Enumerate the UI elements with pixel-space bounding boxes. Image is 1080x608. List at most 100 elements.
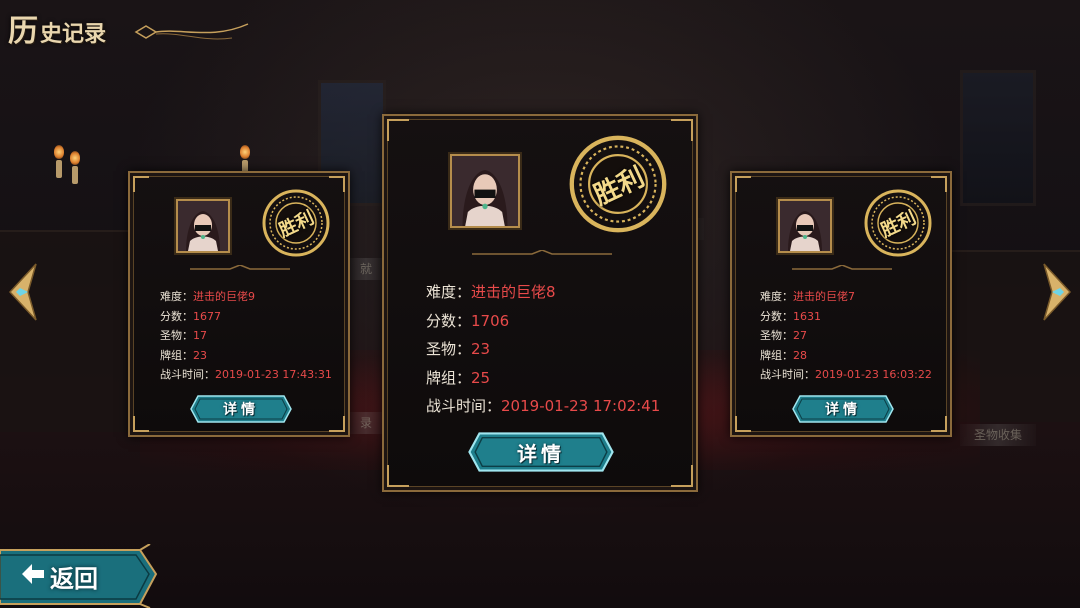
candle: [56, 160, 62, 178]
deck-label: 牌组：: [426, 368, 472, 387]
difficulty-label: 难度：: [426, 283, 472, 301]
background-window-right: [960, 70, 1036, 206]
relics-value: 27: [793, 329, 807, 342]
card-corner-ornament: [671, 465, 693, 487]
title-flourish-ornament: [134, 23, 249, 40]
background-sign-achievements: 就: [346, 258, 387, 280]
relics-row: 圣物：23: [426, 335, 660, 364]
difficulty-label: 难度：: [760, 290, 793, 303]
card-corner-ornament: [735, 416, 751, 432]
difficulty-row: 难度：进击的巨佬8: [426, 278, 660, 307]
victory-stamp: 胜利: [566, 132, 670, 236]
card-corner-ornament: [387, 119, 409, 141]
difficulty-row: 难度：进击的巨佬9: [160, 287, 332, 307]
details-button[interactable]: 详情: [792, 395, 894, 423]
card-corner-ornament: [735, 176, 751, 192]
arrow-left-icon: [22, 564, 44, 584]
details-button-label: 详情: [517, 441, 565, 466]
deck-label: 牌组：: [760, 348, 793, 362]
difficulty-value: 进击的巨佬9: [193, 290, 255, 303]
back-button-label: 返回: [50, 564, 98, 593]
record-card-right[interactable]: 胜利 难度：进击的巨佬7 分数：1631 圣物：27 牌组：28 战斗时间：20…: [730, 171, 952, 437]
score-row: 分数：1631: [760, 307, 932, 327]
details-button[interactable]: 详情: [468, 432, 614, 472]
card-divider: [472, 250, 612, 258]
deck-value: 23: [193, 348, 207, 362]
candle-flame: [54, 145, 64, 159]
relics-label: 圣物：: [160, 329, 193, 342]
difficulty-value: 进击的巨佬7: [793, 290, 855, 303]
battle-time-label: 战斗时间：: [160, 368, 215, 381]
candle-flame: [70, 151, 80, 165]
victory-stamp: 胜利: [862, 187, 934, 259]
details-button-label: 详情: [223, 402, 259, 418]
record-card-left[interactable]: 胜利 难度：进击的巨佬9 分数：1677 圣物：17 牌组：23 战斗时间：20…: [128, 171, 350, 437]
score-label: 分数：: [160, 309, 193, 323]
character-portrait: [780, 201, 830, 251]
card-corner-ornament: [387, 465, 409, 487]
battle-time-label: 战斗时间：: [760, 368, 815, 381]
victory-stamp: 胜利: [260, 187, 332, 259]
card-corner-ornament: [133, 416, 149, 432]
page-title-first-char: 历: [8, 14, 38, 49]
details-button[interactable]: 详情: [190, 395, 292, 423]
deck-value: 25: [471, 368, 491, 387]
relics-row: 圣物：17: [160, 326, 332, 346]
deck-row: 牌组：25: [426, 364, 660, 393]
record-card-center[interactable]: 胜利 难度：进击的巨佬8 分数：1706 圣物：23 牌组：25 战斗时间：20…: [382, 114, 698, 492]
score-label: 分数：: [426, 311, 472, 330]
card-divider: [190, 265, 290, 273]
difficulty-row: 难度：进击的巨佬7: [760, 287, 932, 307]
next-record-arrow[interactable]: [1040, 262, 1074, 322]
relics-label: 圣物：: [426, 340, 472, 358]
candle: [72, 166, 78, 184]
card-divider: [792, 265, 892, 273]
score-row: 分数：1677: [160, 307, 332, 327]
deck-value: 28: [793, 348, 807, 362]
battle-time-row: 战斗时间：2019-01-23 16:03:22: [760, 365, 932, 385]
deck-label: 牌组：: [160, 348, 193, 362]
chevron-right-icon: [1043, 263, 1072, 321]
card-corner-ornament: [931, 416, 947, 432]
player-avatar: [450, 154, 520, 228]
score-value: 1706: [471, 311, 510, 330]
battle-time-label: 战斗时间：: [426, 397, 502, 415]
difficulty-label: 难度：: [160, 290, 193, 303]
score-label: 分数：: [760, 309, 793, 323]
score-row: 分数：1706: [426, 307, 660, 336]
character-portrait: [452, 156, 518, 226]
game-scene: 就 游戏 录 圣物收集 历 史记录: [0, 0, 1080, 608]
relics-value: 17: [193, 329, 207, 342]
background-sign-relic-collection: 圣物收集: [960, 424, 1037, 446]
candle-flame: [240, 145, 250, 159]
battle-time-row: 战斗时间：2019-01-23 17:43:31: [160, 365, 332, 385]
card-corner-ornament: [671, 119, 693, 141]
back-button[interactable]: 返回: [0, 544, 160, 608]
character-portrait: [178, 201, 228, 251]
player-avatar: [176, 199, 230, 253]
record-details: 难度：进击的巨佬7 分数：1631 圣物：27 牌组：28 战斗时间：2019-…: [760, 287, 932, 385]
relics-row: 圣物：27: [760, 326, 932, 346]
chevron-left-icon: [8, 263, 37, 321]
player-avatar: [778, 199, 832, 253]
page-title: 历 史记录: [8, 6, 106, 50]
battle-time-row: 战斗时间：2019-01-23 17:02:41: [426, 392, 660, 421]
card-corner-ornament: [133, 176, 149, 192]
relics-value: 23: [471, 340, 491, 358]
deck-row: 牌组：23: [160, 346, 332, 366]
score-value: 1677: [193, 309, 221, 323]
details-button-label: 详情: [825, 402, 861, 418]
battle-time-value: 2019-01-23 17:43:31: [215, 368, 332, 381]
relics-label: 圣物：: [760, 329, 793, 342]
score-value: 1631: [793, 309, 821, 323]
battle-time-value: 2019-01-23 16:03:22: [815, 368, 932, 381]
difficulty-value: 进击的巨佬8: [471, 283, 556, 301]
previous-record-arrow[interactable]: [6, 262, 40, 322]
background-sign-records: 录: [346, 412, 387, 434]
deck-row: 牌组：28: [760, 346, 932, 366]
battle-time-value: 2019-01-23 17:02:41: [501, 397, 661, 415]
record-details: 难度：进击的巨佬9 分数：1677 圣物：17 牌组：23 战斗时间：2019-…: [160, 287, 332, 385]
page-title-rest: 史记录: [40, 21, 107, 47]
background-shelf-left: [0, 230, 130, 432]
record-details: 难度：进击的巨佬8 分数：1706 圣物：23 牌组：25 战斗时间：2019-…: [426, 278, 660, 421]
